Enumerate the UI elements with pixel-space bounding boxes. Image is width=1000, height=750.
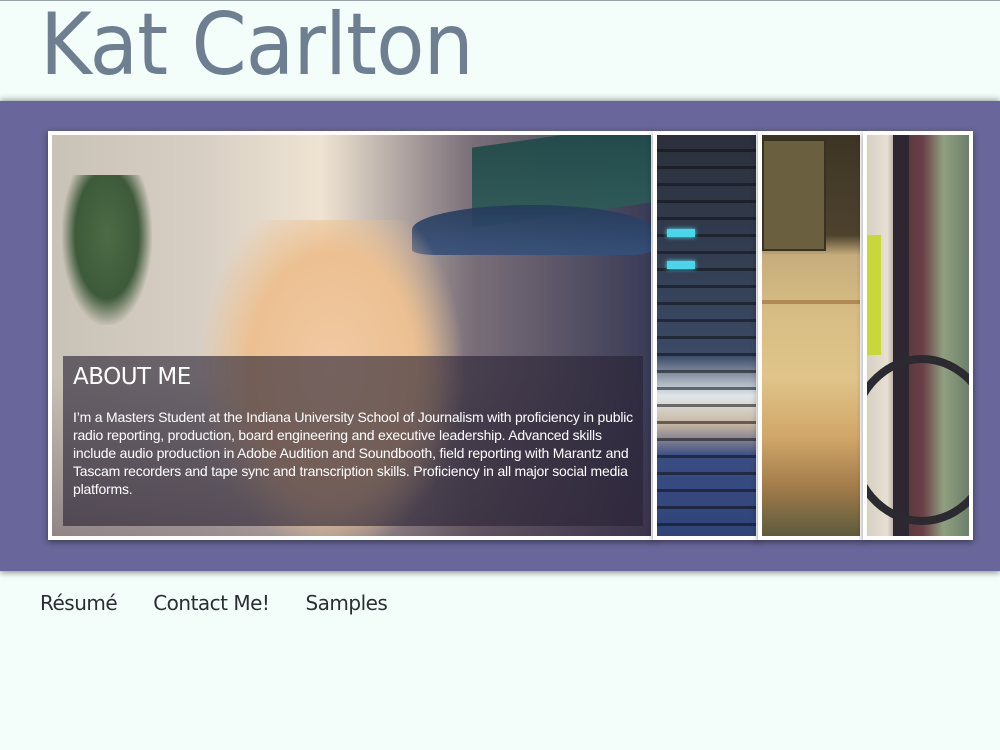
nav-link-samples[interactable]: Samples	[305, 589, 387, 617]
nav-link-contact[interactable]: Contact Me!	[153, 589, 270, 617]
gallery-panel-audio-equipment[interactable]	[653, 131, 760, 540]
bike-photo	[867, 135, 969, 536]
nav-link-resume[interactable]: Résumé	[40, 589, 118, 617]
photo-frame	[762, 139, 826, 251]
photo-ledge	[762, 300, 860, 304]
audio-equipment-photo	[657, 135, 756, 536]
site-title: Kat Carlton	[40, 0, 474, 95]
about-me-text: I’m a Masters Student at the Indiana Uni…	[73, 409, 633, 497]
photo-lcd-display	[667, 229, 695, 237]
main-nav: Résumé Contact Me! Samples	[40, 589, 388, 617]
gallery-panel-wood[interactable]	[758, 131, 864, 540]
photo-tree	[62, 175, 152, 325]
photo-lcd-display	[667, 261, 695, 269]
wood-photo	[762, 135, 860, 536]
photo-vest	[867, 235, 881, 355]
about-me-box: ABOUT ME I’m a Masters Student at the In…	[63, 356, 643, 526]
photo-wheel	[867, 355, 969, 525]
about-me-heading: ABOUT ME	[73, 364, 191, 390]
gallery-panel-bike[interactable]	[863, 131, 973, 540]
